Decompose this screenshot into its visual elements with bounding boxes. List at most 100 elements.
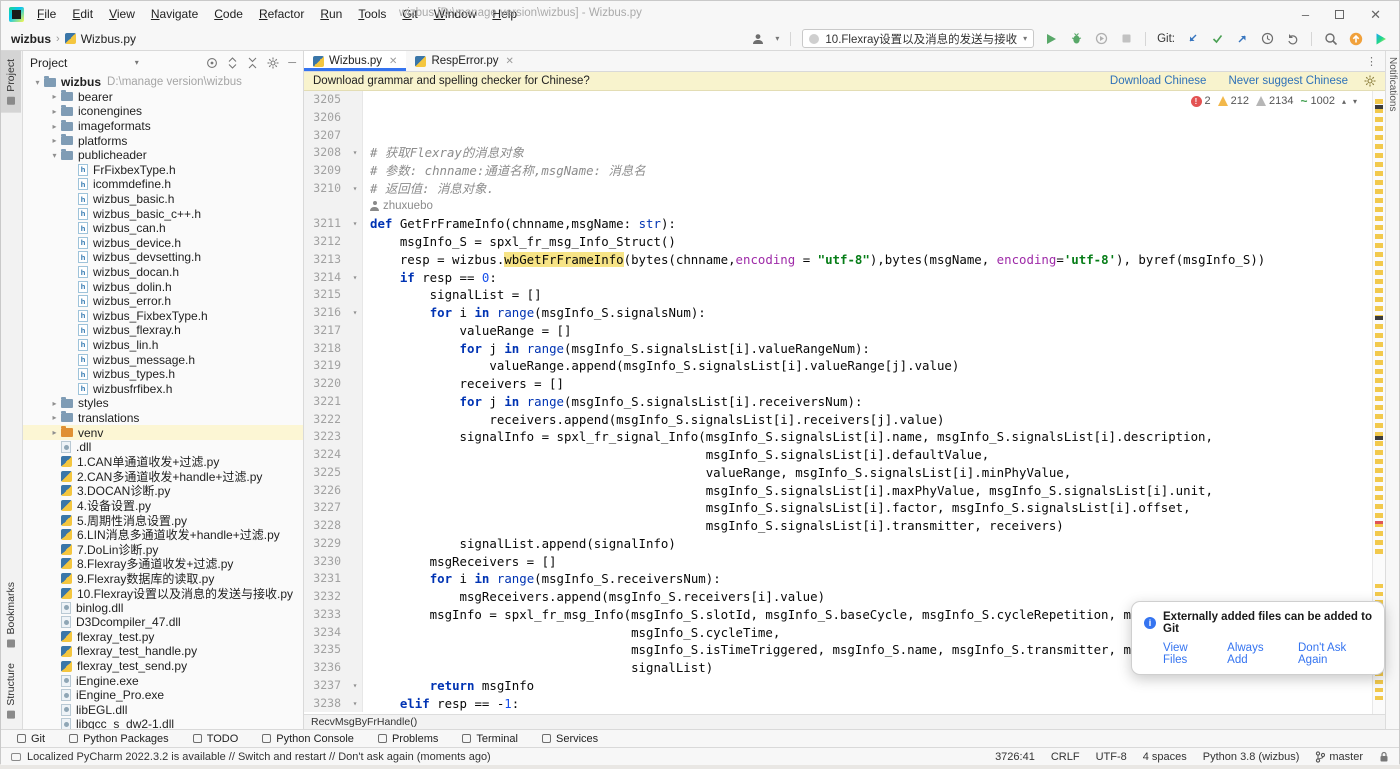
tree-item-wizbus-basic-h[interactable]: hwizbus_basic.h (23, 192, 303, 207)
tree-item-d3dcompiler-47-dll[interactable]: D3Dcompiler_47.dll (23, 615, 303, 630)
breadcrumb-file[interactable]: Wizbus.py (81, 32, 136, 46)
tree-item-1-can-py[interactable]: 1.CAN单通道收发+过滤.py (23, 454, 303, 469)
chevron-expanded-icon[interactable]: ▾ (48, 151, 61, 160)
code-line-3228[interactable]: 3228 msgInfo_S.signalsList[i].transmitte… (304, 517, 1385, 535)
code-line-3227[interactable]: 3227 msgInfo_S.signalsList[i].factor, ms… (304, 499, 1385, 517)
menu-navigate[interactable]: Navigate (144, 4, 205, 24)
code-line-3209[interactable]: 3209# 参数: chnname:通道名称,msgName: 消息名 (304, 162, 1385, 180)
inspections-widget[interactable]: !2 212 2134 ~1002 ▴ ▾ (1187, 94, 1362, 108)
tab-options-kebab-icon[interactable]: ⋮ (1358, 51, 1385, 71)
tree-item-wizbus-dolin-h[interactable]: hwizbus_dolin.h (23, 279, 303, 294)
breadcrumb-project[interactable]: wizbus (11, 32, 51, 46)
tab-close-icon[interactable]: ✕ (506, 56, 514, 67)
code-line-3222[interactable]: 3222 receivers.append(msgInfo_S.signalsL… (304, 411, 1385, 429)
chevron-collapsed-icon[interactable]: ▸ (48, 413, 61, 422)
tree-item-wizbus[interactable]: ▾wizbusD:\manage version\wizbus (23, 75, 303, 90)
notifications-tab[interactable]: Notifications (1386, 51, 1399, 117)
code-line-3213[interactable]: 3213 resp = wizbus.wbGetFrFrameInfo(byte… (304, 251, 1385, 269)
tree-item-flexray-test-py[interactable]: flexray_test.py (23, 630, 303, 645)
code-line-3215[interactable]: 3215 signalList = [] (304, 286, 1385, 304)
tree-item-8-flexray-py[interactable]: 8.Flexray多通道收发+过滤.py (23, 557, 303, 572)
code-line-3229[interactable]: 3229 signalList.append(signalInfo) (304, 535, 1385, 553)
maximize-button[interactable] (1335, 10, 1344, 19)
banner-action-never-suggest-chinese[interactable]: Never suggest Chinese (1228, 75, 1348, 87)
code-line-3206[interactable]: 3206 (304, 109, 1385, 127)
tree-item-wizbus-device-h[interactable]: hwizbus_device.h (23, 236, 303, 251)
update-available-icon[interactable] (1348, 31, 1364, 47)
tab-wizbus-py[interactable]: Wizbus.py✕ (304, 51, 406, 71)
banner-settings-gear-icon[interactable] (1364, 75, 1376, 87)
tree-item-translations[interactable]: ▸translations (23, 411, 303, 426)
tool-button-git[interactable]: Git (17, 733, 45, 745)
code-with-me-icon[interactable] (1373, 31, 1389, 47)
next-problem-icon[interactable]: ▾ (1353, 97, 1357, 106)
search-everywhere-icon[interactable] (1323, 31, 1339, 47)
tree-item-frfixbextype-h[interactable]: hFrFixbexType.h (23, 163, 303, 178)
tree-item-6-lin-handle-py[interactable]: 6.LIN消息多通道收发+handle+过滤.py (23, 527, 303, 542)
status-python-3-8-wizbus[interactable]: Python 3.8 (wizbus) (1203, 751, 1300, 763)
popup-action-view-files[interactable]: View Files (1163, 642, 1211, 666)
tree-item-wizbus-docan-h[interactable]: hwizbus_docan.h (23, 265, 303, 280)
code-line-3216[interactable]: 3216▾ for i in range(msgInfo_S.signalsNu… (304, 304, 1385, 322)
git-push-icon[interactable] (1234, 31, 1250, 47)
code-line-3217[interactable]: 3217 valueRange = [] (304, 322, 1385, 340)
tool-tab-bookmarks[interactable]: Bookmarks (1, 574, 21, 656)
tree-item-flexray-test-handle-py[interactable]: flexray_test_handle.py (23, 644, 303, 659)
tree-item-9-flexray-py[interactable]: 9.Flexray数据库的读取.py (23, 571, 303, 586)
tree-item-wizbus-basic-c-h[interactable]: hwizbus_basic_c++.h (23, 206, 303, 221)
tree-item-styles[interactable]: ▸styles (23, 396, 303, 411)
tree-item-iengine-pro-exe[interactable]: iEngine_Pro.exe (23, 688, 303, 703)
tool-button-python-console[interactable]: Python Console (262, 733, 354, 745)
chevron-collapsed-icon[interactable]: ▸ (48, 107, 61, 116)
tool-button-python-packages[interactable]: Python Packages (69, 733, 169, 745)
popup-action-always-add[interactable]: Always Add (1227, 642, 1282, 666)
rollback-icon[interactable] (1284, 31, 1300, 47)
code-line-3223[interactable]: 3223 signalInfo = spxl_fr_signal_Info(ms… (304, 428, 1385, 446)
history-icon[interactable] (1259, 31, 1275, 47)
collapse-all-icon[interactable] (247, 57, 258, 69)
status-4-spaces[interactable]: 4 spaces (1143, 751, 1187, 763)
code-line-annotation[interactable]: zhuxuebo (304, 198, 1385, 216)
tab-resperror-py[interactable]: RespError.py✕ (406, 51, 523, 71)
tree-item-wizbusfrfibex-h[interactable]: hwizbusfrfibex.h (23, 381, 303, 396)
tree-item-imageformats[interactable]: ▸imageformats (23, 119, 303, 134)
fold-marker-icon[interactable]: ▾ (348, 677, 363, 695)
menu-file[interactable]: File (30, 4, 63, 24)
tool-button-problems[interactable]: Problems (378, 733, 438, 745)
banner-action-download-chinese[interactable]: Download Chinese (1110, 75, 1207, 87)
tree-item-wizbus-lin-h[interactable]: hwizbus_lin.h (23, 338, 303, 353)
expand-all-icon[interactable] (227, 57, 238, 69)
menu-refactor[interactable]: Refactor (252, 4, 311, 24)
tree-item-3-docan-py[interactable]: 3.DOCAN诊断.py (23, 484, 303, 499)
status-utf-8[interactable]: UTF-8 (1096, 751, 1127, 763)
tree-item-wizbus-error-h[interactable]: hwizbus_error.h (23, 294, 303, 309)
tree-item-libegl-dll[interactable]: libEGL.dll (23, 703, 303, 718)
fold-marker-icon[interactable]: ▾ (348, 144, 363, 162)
hide-panel-icon[interactable]: ─ (288, 57, 296, 69)
code-line-3208[interactable]: 3208▾# 获取Flexray的消息对象 (304, 144, 1385, 162)
code-line-3211[interactable]: 3211▾def GetFrFrameInfo(chnname,msgName:… (304, 215, 1385, 233)
fold-marker-icon[interactable]: ▾ (348, 269, 363, 287)
menu-view[interactable]: View (102, 4, 142, 24)
code-line-3218[interactable]: 3218 for j in range(msgInfo_S.signalsLis… (304, 340, 1385, 358)
chevron-expanded-icon[interactable]: ▾ (31, 78, 44, 87)
git-commit-icon[interactable] (1209, 31, 1225, 47)
tree-item-5-py[interactable]: 5.周期性消息设置.py (23, 513, 303, 528)
chevron-collapsed-icon[interactable]: ▸ (48, 428, 61, 437)
code-line-3224[interactable]: 3224 msgInfo_S.signalsList[i].defaultVal… (304, 446, 1385, 464)
minimize-button[interactable]: – (1302, 8, 1309, 21)
menu-run[interactable]: Run (313, 4, 349, 24)
code-line-3220[interactable]: 3220 receivers = [] (304, 375, 1385, 393)
tree-item-venv[interactable]: ▸venv (23, 425, 303, 440)
tree-item-libgcc-s-dw2-1-dll[interactable]: libgcc_s_dw2-1.dll (23, 717, 303, 729)
tree-item-wizbus-flexray-h[interactable]: hwizbus_flexray.h (23, 323, 303, 338)
code-line-3230[interactable]: 3230 msgReceivers = [] (304, 553, 1385, 571)
code-line-3221[interactable]: 3221 for j in range(msgInfo_S.signalsLis… (304, 393, 1385, 411)
chevron-collapsed-icon[interactable]: ▸ (48, 399, 61, 408)
tree-item-bearer[interactable]: ▸bearer (23, 90, 303, 105)
tree-item-iengine-exe[interactable]: iEngine.exe (23, 673, 303, 688)
tree-item-publicheader[interactable]: ▾publicheader (23, 148, 303, 163)
code-line-3237[interactable]: 3237▾ return msgInfo (304, 677, 1385, 695)
run-button[interactable] (1043, 31, 1059, 47)
code-line-3210[interactable]: 3210▾# 返回值: 消息对象. (304, 180, 1385, 198)
